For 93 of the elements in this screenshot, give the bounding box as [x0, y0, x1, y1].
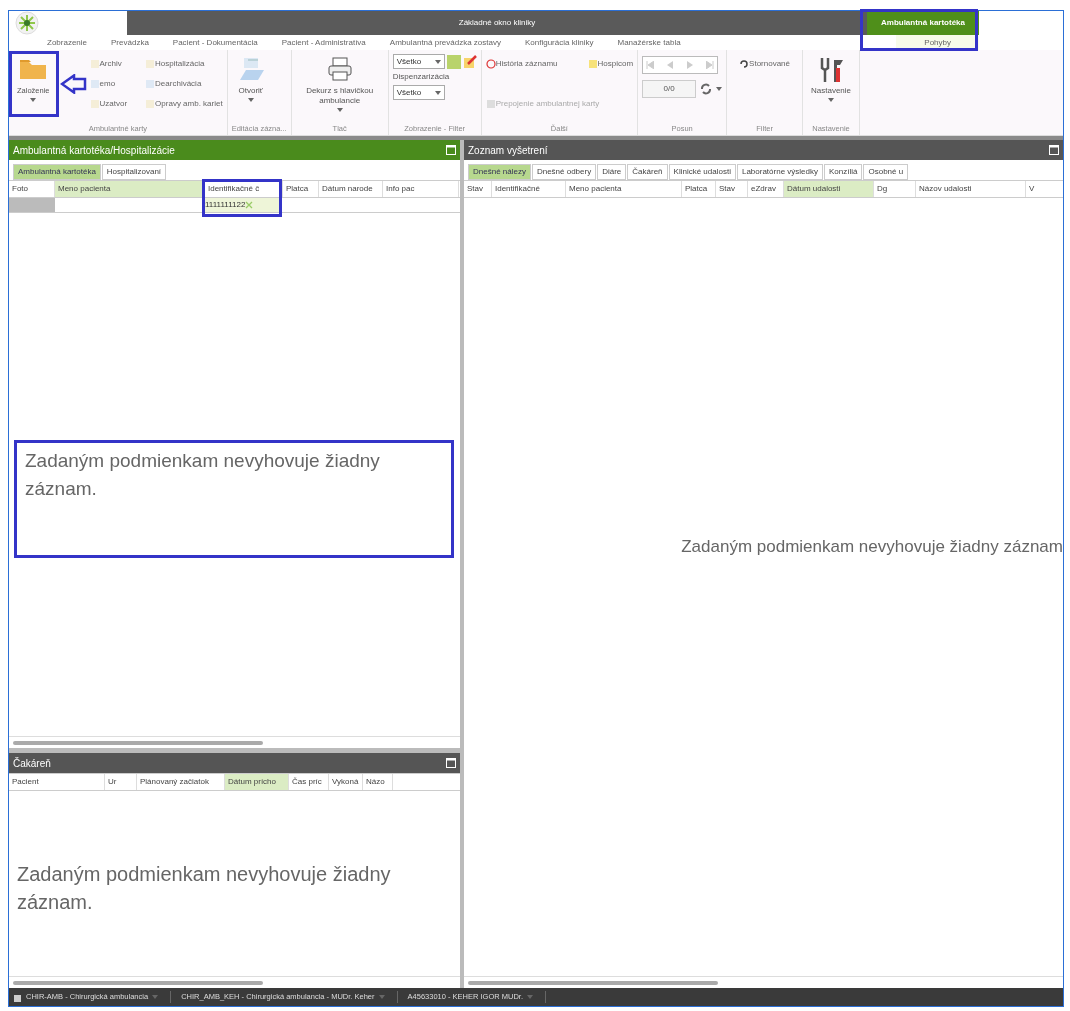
caret-icon: [152, 995, 159, 999]
panel-tab[interactable]: Osobné u: [863, 164, 909, 180]
caret-icon: [527, 995, 533, 999]
panel-tab[interactable]: Ambulantná kartotéka: [13, 164, 101, 180]
annotation-arrow: [60, 74, 87, 94]
previous-icon: [667, 61, 674, 69]
panel-tab[interactable]: Čakáreň: [627, 164, 668, 180]
maximize-icon: [446, 145, 456, 155]
edit-icon: [462, 54, 477, 69]
ribbon-tab[interactable]: Pacient - Administratíva: [281, 35, 366, 50]
record-navigator[interactable]: [642, 56, 719, 74]
ribbon-button[interactable]: Otvoriť: [231, 50, 270, 102]
column-header[interactable]: Plánovaný začiatok: [137, 774, 225, 790]
ribbon-button[interactable]: Dearchivácia: [145, 74, 223, 94]
undo-icon: [739, 59, 750, 69]
caret-icon: [30, 98, 37, 102]
ribbon-tab[interactable]: Manažérske tabla: [617, 35, 681, 50]
column-header[interactable]: Názo: [363, 774, 393, 790]
annotation-box: [9, 51, 59, 117]
column-header[interactable]: Meno pacienta: [55, 181, 205, 197]
column-header[interactable]: Stav: [716, 181, 748, 197]
caret-icon: [828, 98, 835, 102]
app-logo-icon: [15, 11, 39, 35]
column-header[interactable]: Platca: [283, 181, 319, 197]
record-counter: 0/0: [642, 80, 697, 98]
panel-tab[interactable]: Diáre: [597, 164, 627, 180]
column-header[interactable]: Vykoná: [329, 774, 363, 790]
ribbon-tab[interactable]: Ambulantná prevádzka zostavy: [389, 35, 501, 50]
panel-tab[interactable]: Dnešné odbery: [531, 164, 597, 180]
column-header[interactable]: Pacient: [9, 774, 105, 790]
empty-message: Zadaným podmienkam nevyhovuje žiadny záznam.: [17, 861, 392, 915]
column-header[interactable]: Identifikačné: [492, 181, 566, 197]
ribbon-tab[interactable]: Konfigurácia kliniky: [525, 35, 594, 50]
caret-icon: [434, 90, 441, 95]
context-tab-group: Ambulantná kartotéka: [881, 17, 965, 29]
field-label: Dispenzarizácia: [392, 71, 451, 83]
refresh-icon: [700, 83, 713, 95]
window-title: Základné okno kliniky: [458, 17, 536, 29]
ribbon-button[interactable]: Dekurz s hlavičkou ambulancie: [295, 50, 384, 112]
empty-message: Zadaným podmienkam nevyhovuje žiadny záznam: [681, 536, 1063, 559]
panel-tab[interactable]: Hospitalizovaní: [101, 164, 167, 180]
panel-title: Zoznam vyšetrení: [468, 143, 548, 158]
ribbon-button[interactable]: emo: [89, 74, 128, 94]
column-header[interactable]: Dátum udalosti: [784, 181, 874, 197]
column-header[interactable]: Meno pacienta: [566, 181, 682, 197]
column-header[interactable]: Dátum prícho: [225, 774, 289, 790]
panel-tab[interactable]: Konzíliá: [824, 164, 863, 180]
ribbon-tab[interactable]: Zobrazenie: [47, 35, 88, 50]
panel-tab[interactable]: Klinické udalosti: [668, 164, 736, 180]
row-selector-cell[interactable]: [9, 198, 55, 212]
filter-cell[interactable]: 1111111122: [205, 198, 279, 212]
ribbon-button[interactable]: Archiv: [89, 54, 128, 74]
panel-title: Čakáreň: [13, 756, 51, 771]
next-icon: [686, 61, 693, 69]
ribbon-button[interactable]: Uzatvor: [89, 94, 128, 114]
column-header[interactable]: eZdrav: [748, 181, 784, 197]
caret-icon: [434, 59, 441, 64]
building-icon: [13, 992, 22, 1002]
empty-message: Zadaným podmienkam nevyhovuje žiadny záznam.: [25, 449, 381, 501]
column-header[interactable]: Stav: [464, 181, 492, 197]
maximize-icon: [1049, 145, 1059, 155]
caret-icon: [716, 87, 723, 91]
ribbon-button[interactable]: Hospitalizácia: [145, 54, 223, 74]
dropdown[interactable]: Všetko: [392, 54, 445, 69]
caret-icon: [336, 108, 343, 112]
ribbon-button[interactable]: Stornované: [731, 54, 798, 74]
column-header[interactable]: Ur: [105, 774, 137, 790]
history-button[interactable]: História záznamu: [485, 54, 558, 74]
clear-icon: [245, 201, 254, 209]
panel-title: Ambulantná kartotéka/Hospitalizácie: [13, 143, 175, 158]
column-header[interactable]: Čas príc: [289, 774, 329, 790]
dropdown[interactable]: Všetko: [392, 85, 445, 100]
ribbon-button[interactable]: Hospicom: [587, 54, 634, 74]
filter-color-icon: [446, 54, 461, 69]
ribbon-button[interactable]: Nastavenie: [807, 50, 856, 102]
maximize-icon: [446, 758, 456, 768]
panel-tab[interactable]: Laboratórne výsledky: [736, 164, 823, 180]
column-header[interactable]: Info pac: [383, 181, 459, 197]
column-header[interactable]: Dátum narode: [319, 181, 383, 197]
last-record-icon: [706, 61, 715, 69]
column-header[interactable]: Dg: [874, 181, 916, 197]
column-header[interactable]: Foto: [9, 181, 55, 197]
first-record-icon: [646, 61, 655, 69]
ribbon-button[interactable]: Opravy amb. kariet: [145, 94, 223, 114]
horizontal-scrollbar[interactable]: [9, 736, 460, 748]
column-header[interactable]: Názov udalosti: [916, 181, 1026, 197]
ribbon-tab[interactable]: Prevádzka: [111, 35, 149, 50]
caret-icon: [247, 98, 254, 102]
caret-icon: [378, 995, 385, 999]
panel-tab[interactable]: Dnešné nálezy: [468, 164, 531, 180]
clock-icon: [485, 59, 496, 69]
column-header[interactable]: Platca: [682, 181, 716, 197]
ribbon-tab[interactable]: Pacient - Dokumentácia: [172, 35, 258, 50]
